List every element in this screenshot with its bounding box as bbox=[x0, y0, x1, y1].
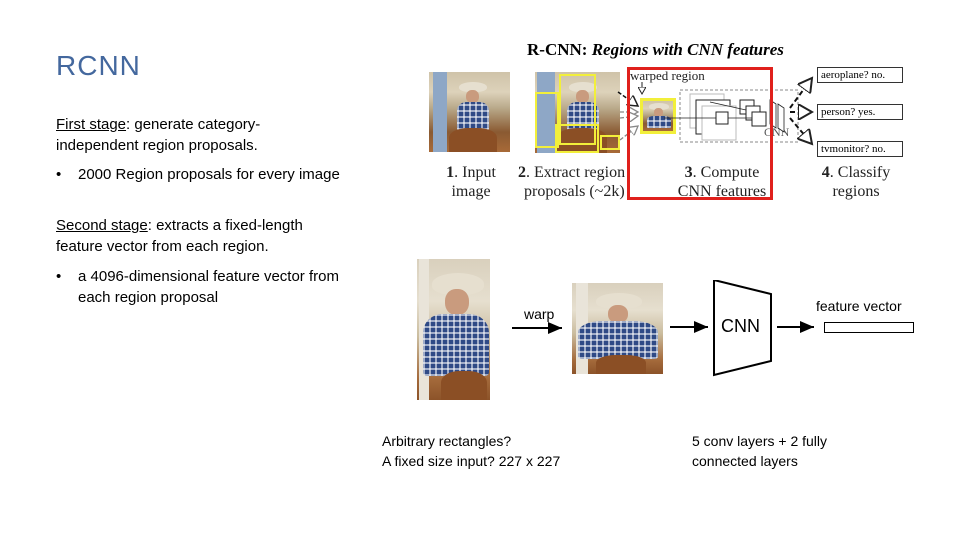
classify-arrow bbox=[789, 117, 812, 144]
cnn-layers-note: 5 conv layers + 2 fully connected layers bbox=[692, 431, 827, 471]
bullet-icon: • bbox=[56, 166, 62, 183]
class-result-person: person? yes. bbox=[817, 104, 903, 120]
second-stage-label: Second stage bbox=[56, 217, 148, 234]
class-result-tvmonitor: tvmonitor? no. bbox=[817, 141, 903, 157]
step-caption-4: 4. Classify regions bbox=[814, 163, 898, 201]
cnn-label: CNN bbox=[721, 316, 760, 336]
step-caption-1: 1. Input image bbox=[436, 163, 506, 201]
step-caption-3: 3. Compute CNN features bbox=[668, 163, 776, 201]
pipeline-arrows bbox=[512, 280, 814, 377]
note-line: connected layers bbox=[692, 453, 798, 469]
figure-title: R-CNN: Regions with CNN features bbox=[527, 40, 784, 60]
second-stage-paragraph: Second stage: extracts a fixed-length fe… bbox=[56, 215, 346, 257]
step-line: regions bbox=[832, 183, 880, 200]
step-caption-2: 2. Extract region proposals (~2k) bbox=[518, 163, 644, 201]
class-result-aeroplane: aeroplane? no. bbox=[817, 67, 903, 83]
input-image bbox=[429, 72, 510, 152]
figure-title-italic: Regions with CNN features bbox=[591, 40, 784, 59]
warped-crop-image bbox=[572, 283, 663, 374]
second-stage-bullet-text: a 4096-dimensional feature vector from e… bbox=[78, 268, 339, 306]
step-number: 4 bbox=[821, 164, 830, 181]
step-line: CNN features bbox=[677, 183, 767, 200]
input-size-note: Arbitrary rectangles? A fixed size input… bbox=[382, 431, 560, 471]
step-line: . Extract region bbox=[526, 164, 626, 181]
first-stage-paragraph: First stage: generate category-independe… bbox=[56, 114, 306, 156]
step-line: proposals (~2k) bbox=[524, 183, 625, 200]
note-line: A fixed size input? 227 x 227 bbox=[382, 453, 561, 469]
first-stage-label: First stage bbox=[56, 116, 127, 133]
bullet-icon: • bbox=[56, 268, 62, 285]
second-stage-bullet: • a 4096-dimensional feature vector from… bbox=[56, 266, 356, 308]
feature-vector-label: feature vector bbox=[816, 298, 902, 314]
note-line: 5 conv layers + 2 fully bbox=[692, 433, 828, 449]
region-crop-image bbox=[417, 259, 490, 400]
classify-arrow bbox=[789, 78, 812, 109]
step-number: 2 bbox=[518, 164, 526, 181]
step-number: 3 bbox=[684, 164, 693, 181]
slide-title: RCNN bbox=[56, 50, 141, 81]
proposal-box bbox=[555, 124, 599, 153]
feature-vector-box bbox=[824, 322, 914, 333]
step-line: . Input bbox=[454, 164, 496, 181]
step-line: . Classify bbox=[829, 164, 891, 181]
step-line: . Compute bbox=[692, 164, 760, 181]
first-stage-bullet: • 2000 Region proposals for every image bbox=[56, 164, 386, 185]
step-number: 1 bbox=[446, 164, 455, 181]
figure-title-bold: R-CNN: bbox=[527, 40, 592, 59]
note-line: Arbitrary rectangles? bbox=[382, 433, 512, 449]
first-stage-bullet-text: 2000 Region proposals for every image bbox=[78, 166, 340, 183]
step-line: image bbox=[451, 183, 491, 200]
